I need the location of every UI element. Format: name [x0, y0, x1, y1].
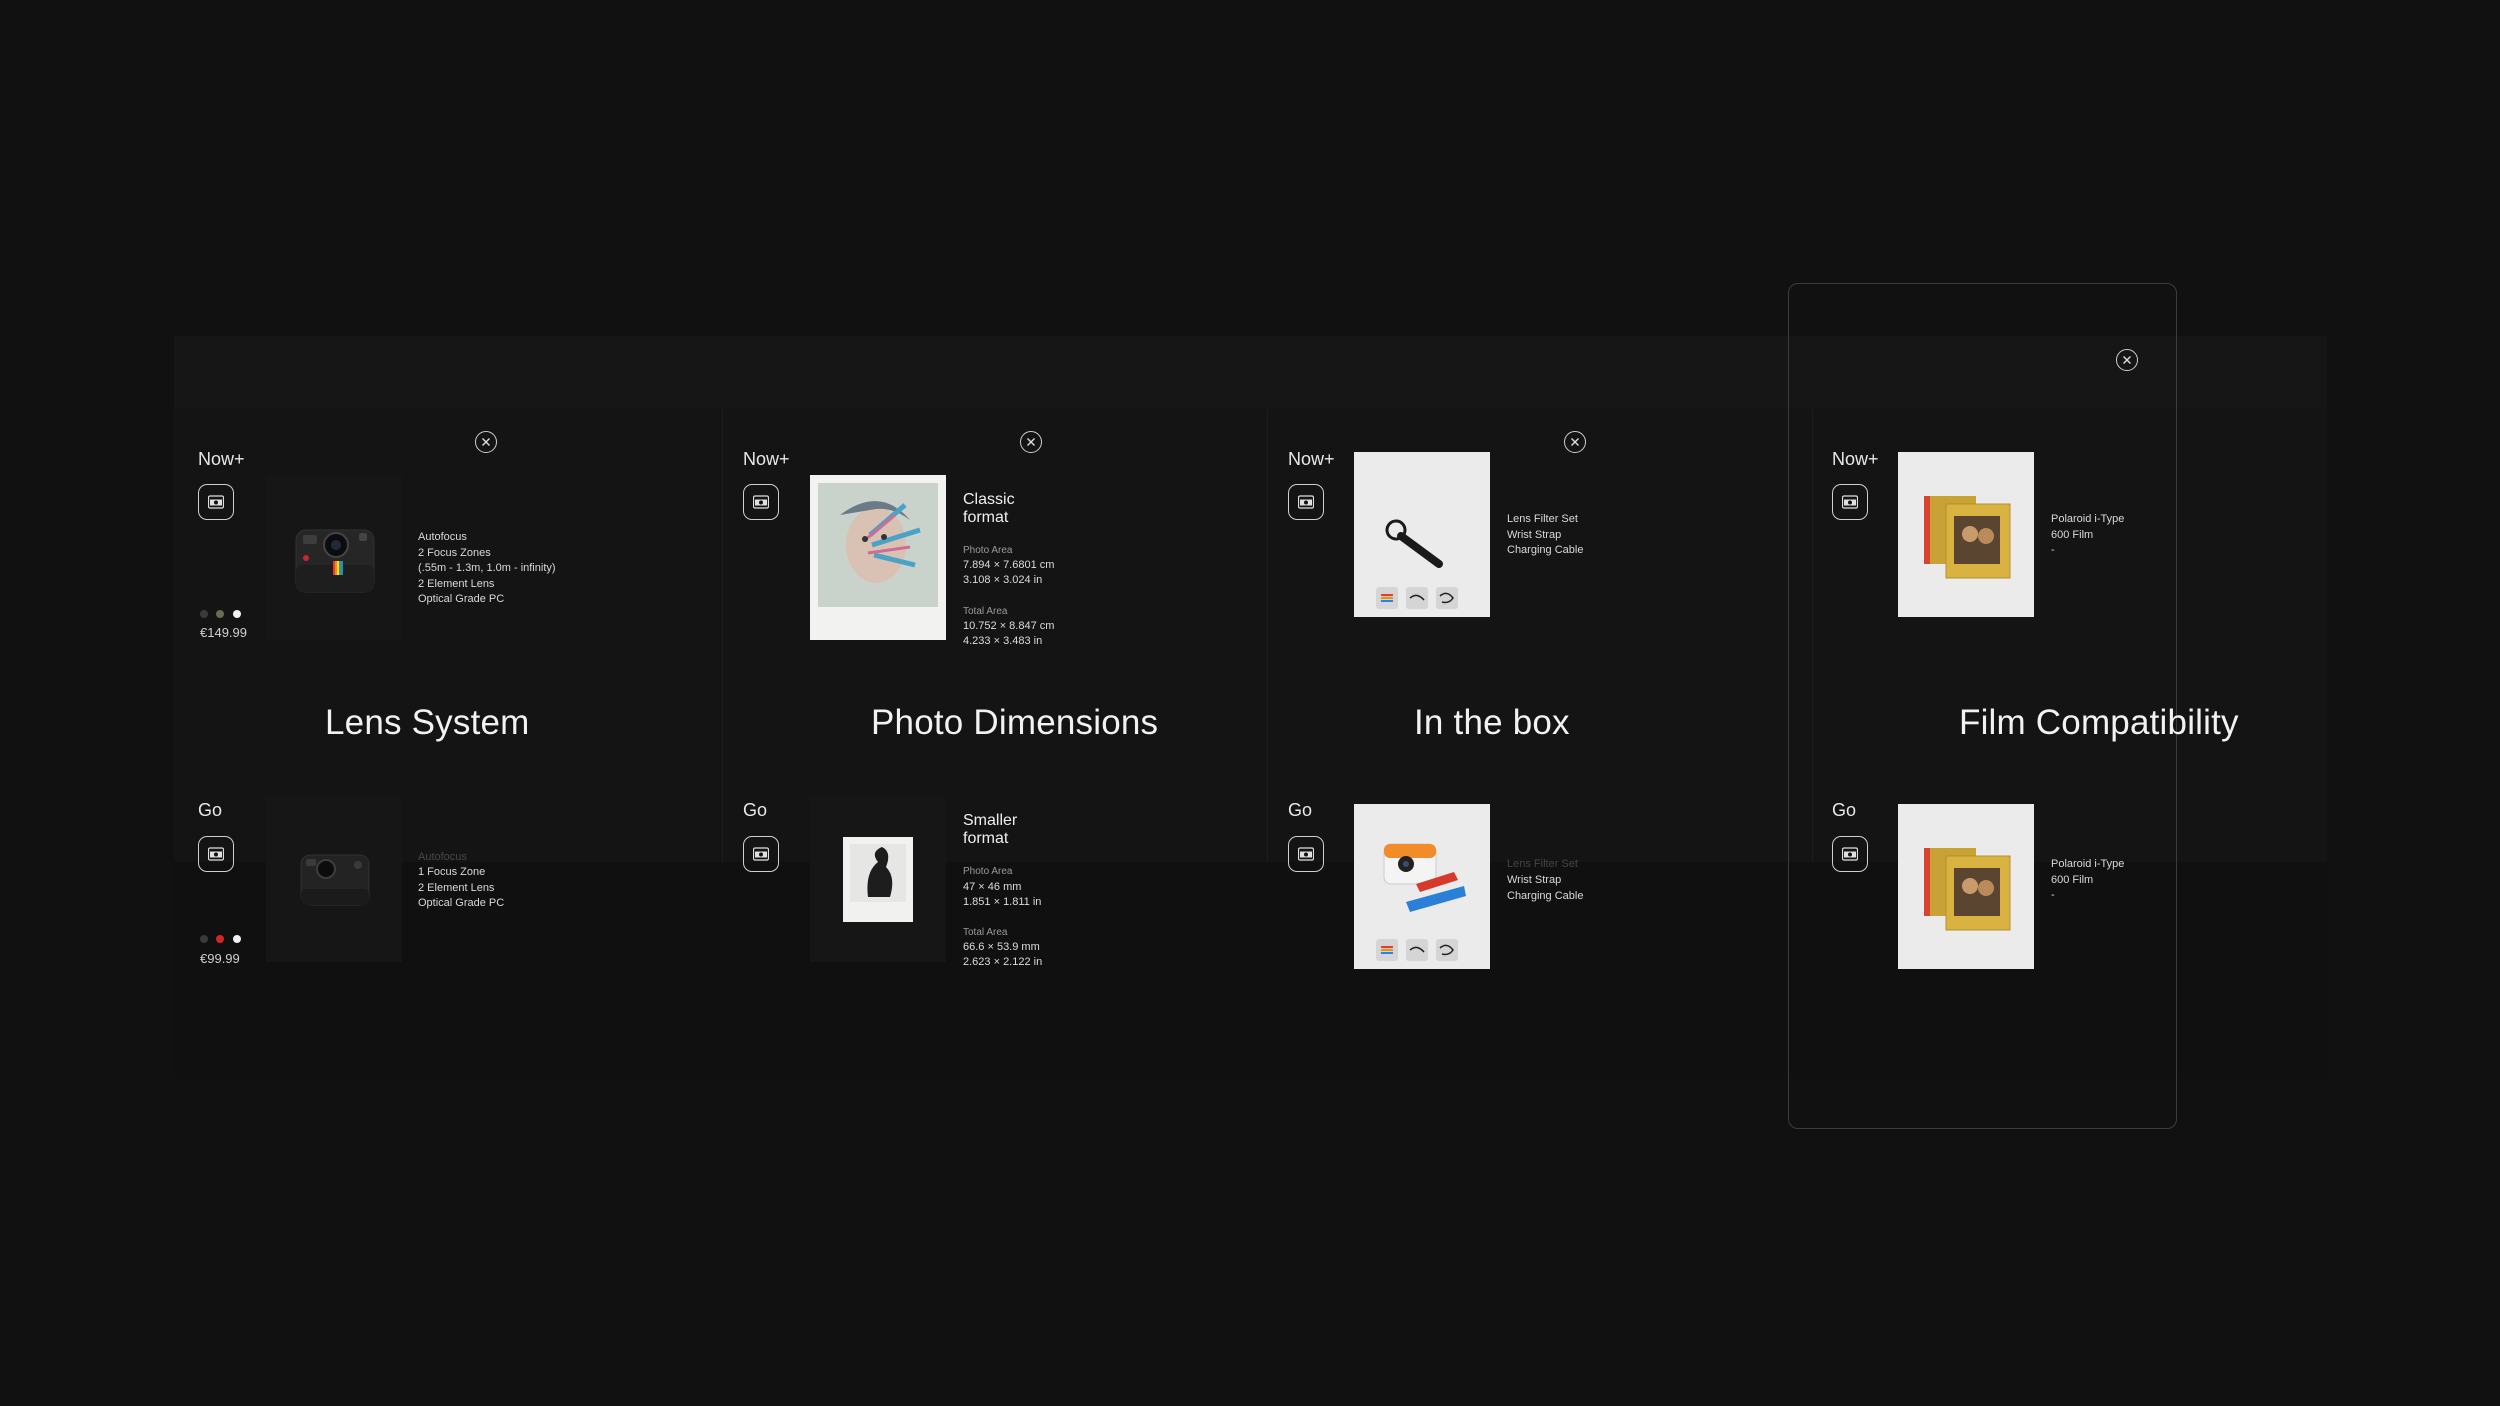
section-title-photo-dimensions: Photo Dimensions [871, 703, 1159, 742]
camera-icon [753, 495, 769, 509]
camera-select-button[interactable] [198, 484, 234, 520]
color-swatch-olive[interactable] [216, 610, 224, 618]
close-film-compatibility-button[interactable] [2116, 349, 2138, 371]
color-swatch-white[interactable] [233, 935, 241, 943]
color-swatch-white[interactable] [233, 610, 241, 618]
product-image [266, 797, 402, 962]
close-icon [1027, 438, 1035, 446]
price: €99.99 [200, 951, 240, 966]
total-area-value: 66.6 × 53.9 mm 2.623 × 2.122 in [963, 941, 1043, 968]
smaller-format-photo-frame [810, 797, 946, 962]
section-title-in-the-box: In the box [1414, 703, 1570, 742]
camera-icon [1842, 495, 1858, 509]
camera-product-image [300, 854, 370, 906]
in-box-image [1354, 452, 1490, 617]
photo-area-label: Photo Area [963, 866, 1013, 877]
close-icon [1571, 438, 1579, 446]
camera-select-button[interactable] [743, 484, 779, 520]
camera-icon [208, 495, 224, 509]
camera-icon [1842, 847, 1858, 861]
wrist-strap-image [1376, 519, 1458, 609]
model-name: Now+ [1832, 449, 1879, 469]
total-area-label: Total Area [963, 606, 1008, 617]
photo-area-label: Photo Area [963, 545, 1013, 556]
close-icon [482, 438, 490, 446]
camera-select-button[interactable] [198, 836, 234, 872]
close-photo-dimensions-button[interactable] [1020, 431, 1042, 453]
in-box-image [1354, 804, 1490, 969]
camera-product-image [295, 529, 375, 593]
column-divider [722, 409, 723, 862]
lens-specs: Autofocus 2 Focus Zones (.55m - 1.3m, 1.… [418, 531, 556, 605]
camera-icon [208, 847, 224, 861]
model-name: Go [198, 800, 223, 820]
model-name: Now+ [1288, 449, 1335, 469]
camera-icon [753, 847, 769, 861]
color-swatch-red[interactable] [216, 935, 224, 943]
photo-area-value: 7.894 × 7.6801 cm 3.108 × 3.024 in [963, 559, 1055, 586]
camera-select-button[interactable] [1288, 836, 1324, 872]
format-title: Classic format [963, 491, 1015, 526]
box-contents-list: Lens Filter Set Wrist Strap Charging Cab… [1507, 513, 1584, 556]
model-name: Go [1288, 800, 1313, 820]
close-in-the-box-button[interactable] [1564, 431, 1586, 453]
price: €149.99 [200, 625, 247, 640]
box-item-faded: Lens Filter Set [1507, 858, 1578, 870]
product-image [266, 475, 402, 640]
model-name: Now+ [198, 449, 245, 469]
camera-icon [1298, 495, 1314, 509]
box-contents-list: Wrist Strap Charging Cable [1507, 874, 1584, 902]
lens-spec-faded: Autofocus [418, 851, 467, 863]
model-name: Now+ [743, 449, 790, 469]
photo-area-value: 47 × 46 mm 1.851 × 1.811 in [963, 881, 1042, 908]
section-title-film-compatibility: Film Compatibility [1959, 703, 2239, 742]
model-name: Go [1832, 800, 1857, 820]
camera-select-button[interactable] [1832, 484, 1868, 520]
camera-icon [1298, 847, 1314, 861]
color-swatch-black[interactable] [200, 935, 208, 943]
lens-specs: 1 Focus Zone 2 Element Lens Optical Grad… [418, 866, 505, 909]
film-pack-image [1898, 804, 2034, 969]
classic-format-photo [810, 475, 946, 640]
camera-select-button[interactable] [1832, 836, 1868, 872]
film-compatibility-list: Polaroid i-Type 600 Film - [2051, 858, 2125, 901]
camera-with-accessories-image [1376, 843, 1466, 961]
close-lens-system-button[interactable] [475, 431, 497, 453]
camera-select-button[interactable] [743, 836, 779, 872]
total-area-value: 10.752 × 8.847 cm 4.233 × 3.483 in [963, 620, 1055, 647]
film-box-image [1924, 848, 2011, 931]
film-box-image [1924, 496, 2011, 579]
color-swatch-black[interactable] [200, 610, 208, 618]
camera-select-button[interactable] [1288, 484, 1324, 520]
model-name: Go [743, 800, 768, 820]
column-divider [1267, 409, 1268, 862]
film-compatibility-list: Polaroid i-Type 600 Film - [2051, 513, 2125, 556]
portrait-photo-image [818, 483, 938, 607]
smaller-format-photo [843, 837, 913, 922]
format-title: Smaller format [963, 812, 1018, 847]
film-pack-image [1898, 452, 2034, 617]
close-icon [2123, 356, 2131, 364]
section-title-lens-system: Lens System [325, 703, 530, 742]
total-area-label: Total Area [963, 927, 1008, 938]
